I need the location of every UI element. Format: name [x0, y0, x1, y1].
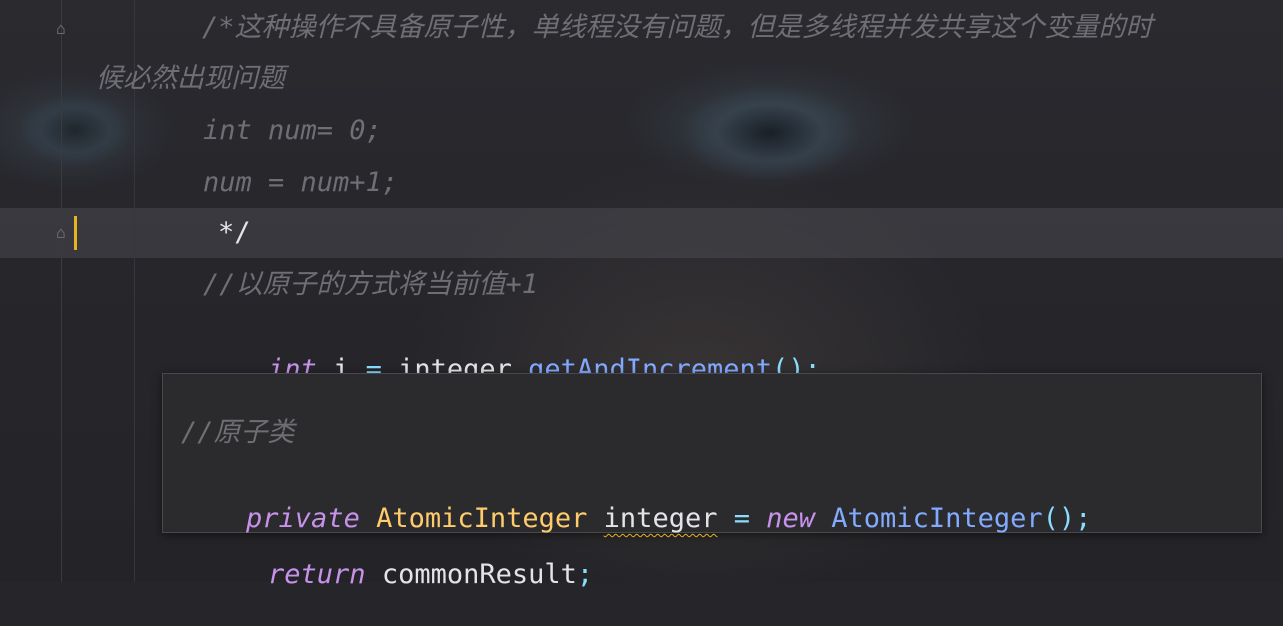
code-line-comment-6[interactable]: //以原子的方式将当前值+1: [203, 268, 538, 302]
fold-end-icon[interactable]: ⌂: [52, 224, 70, 242]
keyword-new: new: [766, 503, 816, 534]
code-line-comment-1[interactable]: /*这种操作不具备原子性，单线程没有问题，但是多线程并发共享这个变量的时: [202, 11, 1153, 45]
code-line-comment-3[interactable]: int num= 0;: [203, 114, 382, 148]
field-integer[interactable]: integer: [604, 503, 718, 534]
assign-operator: =: [717, 503, 767, 534]
code-line-comment-4[interactable]: num = num+1;: [203, 166, 398, 200]
type-AtomicInteger[interactable]: AtomicInteger: [360, 503, 604, 534]
constructor-AtomicInteger[interactable]: AtomicInteger: [815, 503, 1042, 534]
fold-start-icon[interactable]: ⌂: [52, 20, 70, 38]
constructor-parens: ();: [1042, 503, 1092, 534]
code-line-comment-2[interactable]: 候必然出现问题: [96, 62, 285, 96]
text-caret: [74, 216, 77, 250]
background-eye-right: [680, 85, 860, 180]
background-eye-left: [20, 95, 130, 165]
quick-definition-popup[interactable]: //原子类 private AtomicInteger integer = ne…: [162, 373, 1262, 534]
popup-declaration[interactable]: private AtomicInteger integer = new Atom…: [181, 468, 1091, 570]
popup-comment: //原子类: [181, 417, 295, 448]
keyword-private: private: [246, 503, 360, 534]
gutter-divider: [61, 0, 62, 582]
current-line-highlight: [0, 208, 1283, 258]
code-line-comment-close[interactable]: */: [218, 216, 251, 250]
